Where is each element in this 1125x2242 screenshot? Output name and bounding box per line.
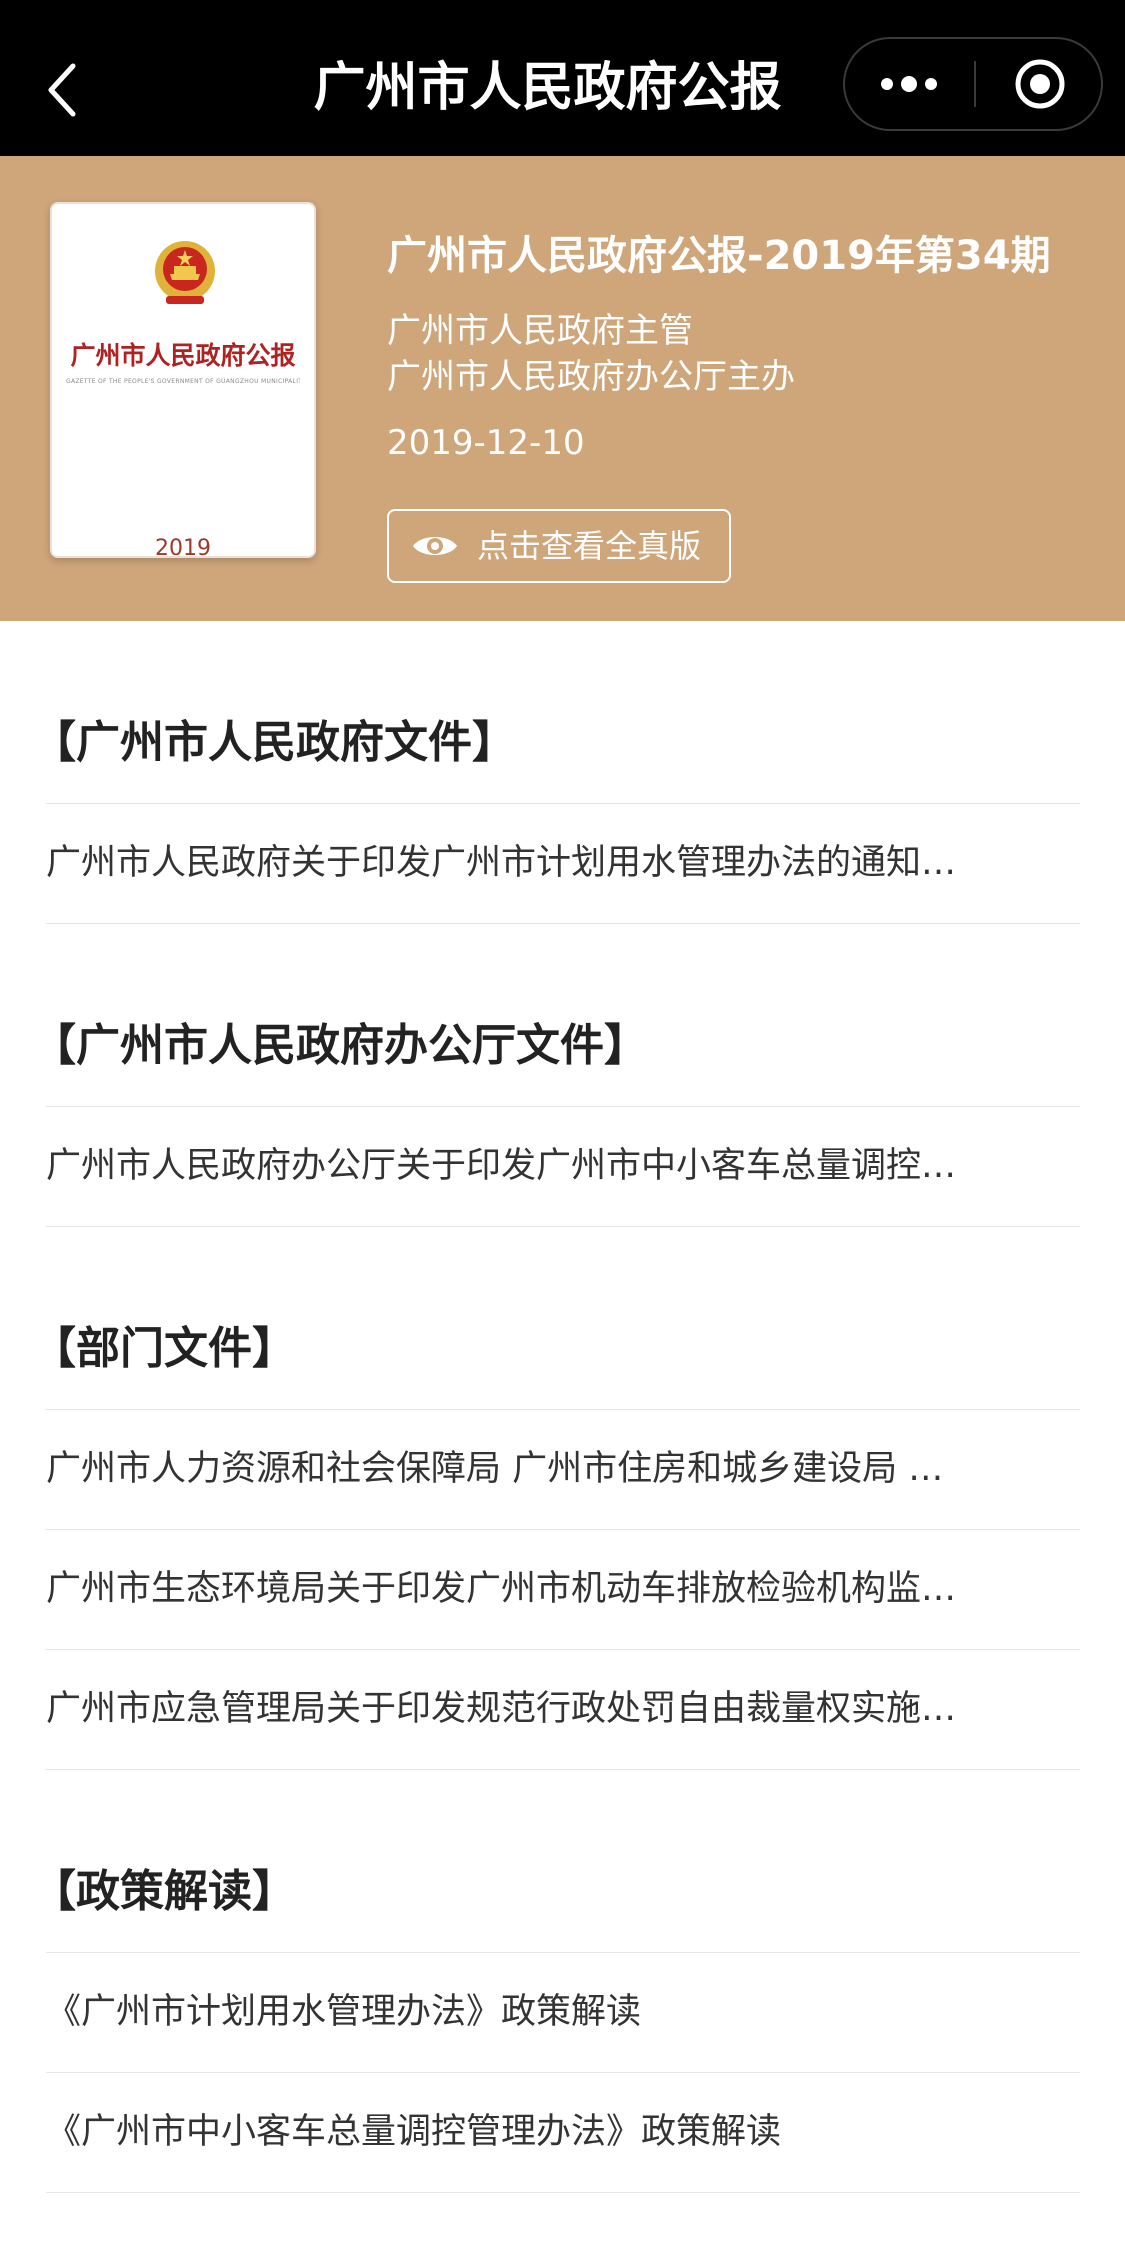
document-sections: 【广州市人民政府文件】 广州市人民政府关于印发广州市计划用水管理办法的通知… 【… xyxy=(0,621,1125,2193)
issue-header: 广州市人民政府公报 GAZETTE OF THE PEOPLE'S GOVERN… xyxy=(0,156,1125,621)
issue-date: 2019-12-10 xyxy=(387,423,585,463)
section-list-government-files: 广州市人民政府关于印发广州市计划用水管理办法的通知… xyxy=(46,803,1080,924)
national-emblem-icon xyxy=(155,241,215,304)
section-title-policy-interpretation: 【政策解读】 xyxy=(32,1866,296,1917)
section-list-department-files: 广州市人力资源和社会保障局 广州市住房和城乡建设局 … 广州市生态环境局关于印发… xyxy=(46,1409,1080,1770)
list-item[interactable]: 《广州市中小客车总量调控管理办法》政策解读 xyxy=(46,2073,1080,2193)
menu-capsule xyxy=(843,37,1103,131)
issue-sponsor: 广州市人民政府办公厅主办 xyxy=(387,357,795,397)
issue-title: 广州市人民政府公报-2019年第34期 xyxy=(387,233,1051,279)
section-list-policy-interpretation: 《广州市计划用水管理办法》政策解读 《广州市中小客车总量调控管理办法》政策解读 xyxy=(46,1952,1080,2193)
list-item[interactable]: 广州市人力资源和社会保障局 广州市住房和城乡建设局 … xyxy=(46,1410,1080,1530)
gazette-cover[interactable]: 广州市人民政府公报 GAZETTE OF THE PEOPLE'S GOVERN… xyxy=(50,202,316,561)
target-close-icon xyxy=(1015,59,1064,109)
section-title-general-office-files: 【广州市人民政府办公厅文件】 xyxy=(32,1020,648,1071)
section-list-general-office-files: 广州市人民政府办公厅关于印发广州市中小客车总量调控… xyxy=(46,1106,1080,1227)
view-full-version-button[interactable]: 点击查看全真版 xyxy=(387,509,731,583)
list-item[interactable]: 广州市应急管理局关于印发规范行政处罚自由裁量权实施… xyxy=(46,1650,1080,1770)
cover-year: 2019 xyxy=(155,536,211,561)
more-button[interactable] xyxy=(845,39,973,129)
cover-title: 广州市人民政府公报 xyxy=(70,341,296,370)
list-item[interactable]: 广州市生态环境局关于印发广州市机动车排放检验机构监… xyxy=(46,1530,1080,1650)
more-dots-icon xyxy=(881,76,937,92)
section-title-department-files: 【部门文件】 xyxy=(32,1323,296,1374)
section-title-government-files: 【广州市人民政府文件】 xyxy=(32,717,516,768)
list-item[interactable]: 《广州市计划用水管理办法》政策解读 xyxy=(46,1953,1080,2073)
cover-subtitle: GAZETTE OF THE PEOPLE'S GOVERNMENT OF GU… xyxy=(66,378,300,385)
top-navigation-bar: 广州市人民政府公报 xyxy=(0,0,1125,156)
list-item[interactable]: 广州市人民政府关于印发广州市计划用水管理办法的通知… xyxy=(46,804,1080,924)
issue-supervisor: 广州市人民政府主管 xyxy=(387,311,693,351)
close-miniprogram-button[interactable] xyxy=(976,39,1103,129)
eye-icon xyxy=(411,530,459,562)
list-item[interactable]: 广州市人民政府办公厅关于印发广州市中小客车总量调控… xyxy=(46,1107,1080,1227)
view-full-version-label: 点击查看全真版 xyxy=(477,527,702,565)
